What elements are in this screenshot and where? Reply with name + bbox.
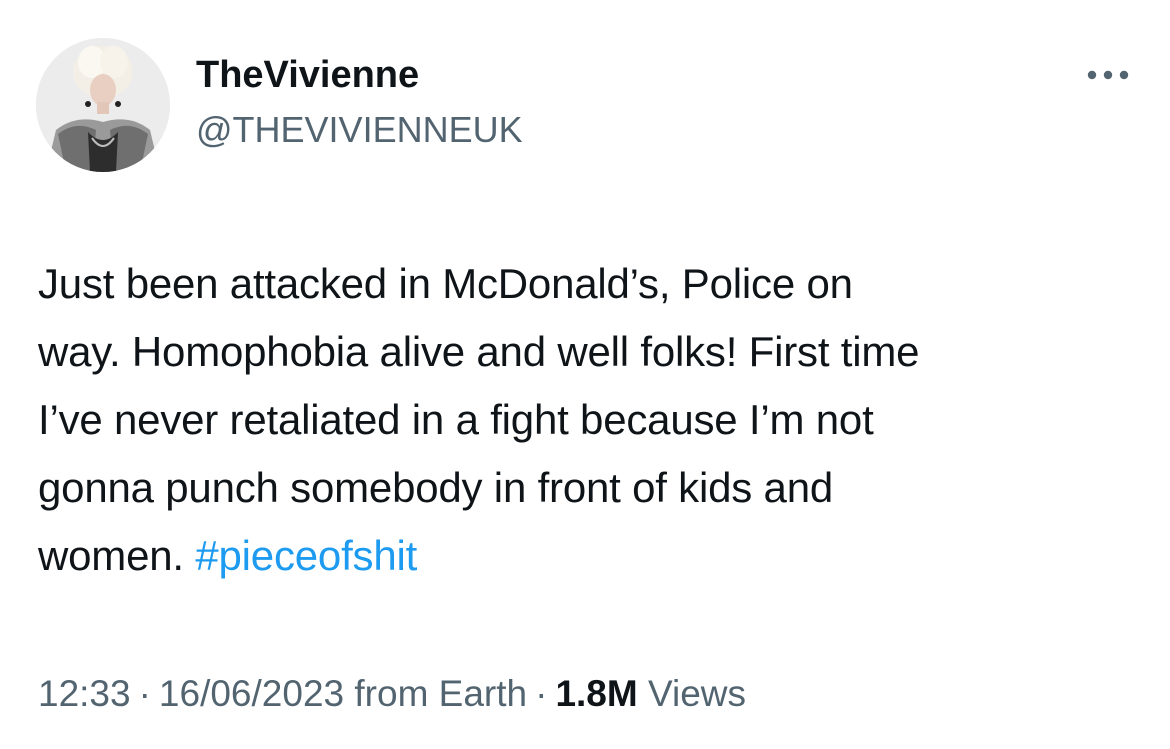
more-horizontal-icon bbox=[1087, 70, 1129, 80]
tweet-text-line: women. bbox=[38, 532, 196, 579]
tweet-text-line: Just been attacked in McDonald’s, Police… bbox=[38, 260, 853, 307]
tweet-text-line: way. Homophobia alive and well folks! Fi… bbox=[38, 328, 920, 375]
author-handle[interactable]: @THEVIVIENNEUK bbox=[196, 108, 523, 152]
tweet-text: Just been attacked in McDonald’s, Police… bbox=[38, 250, 1138, 590]
separator-dot: · bbox=[138, 673, 151, 714]
tweet-source: from Earth bbox=[354, 673, 528, 714]
avatar-image bbox=[36, 38, 170, 172]
tweet-text-line: I’ve never retaliated in a fight because… bbox=[38, 396, 874, 443]
tweet-time[interactable]: 12:33 bbox=[38, 673, 131, 714]
author-display-name[interactable]: TheVivienne bbox=[196, 52, 419, 98]
separator-dot: · bbox=[535, 673, 548, 714]
tweet-text-line: gonna punch somebody in front of kids an… bbox=[38, 464, 834, 511]
author-avatar[interactable] bbox=[36, 38, 170, 172]
views-count: 1.8M bbox=[555, 673, 638, 714]
tweet-text-last-line: women. #pieceofshit bbox=[38, 522, 1138, 590]
views-link[interactable]: 1.8M Views bbox=[555, 673, 746, 714]
views-label: Views bbox=[647, 673, 747, 714]
tweet-metadata: 12:33 · 16/06/2023 from Earth · 1.8M Views bbox=[38, 670, 746, 718]
tweet-date[interactable]: 16/06/2023 bbox=[159, 673, 344, 714]
more-options-button[interactable] bbox=[1082, 60, 1134, 90]
hashtag-link[interactable]: #pieceofshit bbox=[195, 532, 417, 579]
tweet: TheVivienne @THEVIVIENNEUK Just been att… bbox=[0, 0, 1170, 749]
